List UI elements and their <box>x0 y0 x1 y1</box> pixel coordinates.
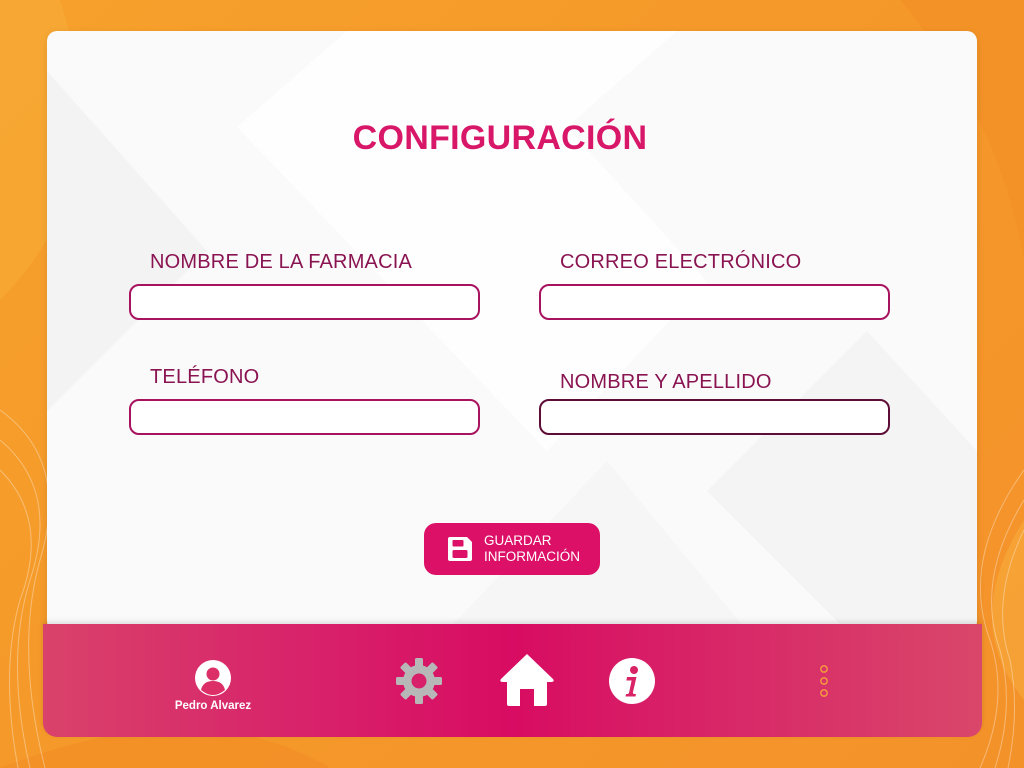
full-name-label: NOMBRE Y APELLIDO <box>560 371 772 393</box>
pharmacy-name-input[interactable] <box>129 284 480 320</box>
vertical-dots-icon[interactable] <box>819 665 829 697</box>
app-screen: CONFIGURACIÓN NOMBRE DE LA FARMACIA CORR… <box>0 0 1024 768</box>
user-profile[interactable]: Pedro Alvarez <box>163 660 263 712</box>
home-icon[interactable] <box>498 651 556 709</box>
phone-label: TELÉFONO <box>150 366 260 388</box>
settings-card: CONFIGURACIÓN NOMBRE DE LA FARMACIA CORR… <box>47 31 977 631</box>
floppy-disk-icon <box>448 537 472 561</box>
save-information-button[interactable]: GUARDAR INFORMACIÓN <box>424 523 600 575</box>
pharmacy-name-label: NOMBRE DE LA FARMACIA <box>150 251 413 273</box>
save-button-label: GUARDAR INFORMACIÓN <box>484 533 580 564</box>
user-avatar-icon <box>195 660 231 696</box>
user-name: Pedro Alvarez <box>174 700 252 712</box>
email-input[interactable] <box>539 284 890 320</box>
bottom-navigation-bar: Pedro Alvarez <box>43 624 982 737</box>
info-icon[interactable] <box>608 657 656 705</box>
gear-icon[interactable] <box>395 657 443 705</box>
page-title: CONFIGURACIÓN <box>352 119 648 157</box>
email-label: CORREO ELECTRÓNICO <box>560 251 802 273</box>
phone-input[interactable] <box>129 399 480 435</box>
full-name-input[interactable] <box>539 399 890 435</box>
